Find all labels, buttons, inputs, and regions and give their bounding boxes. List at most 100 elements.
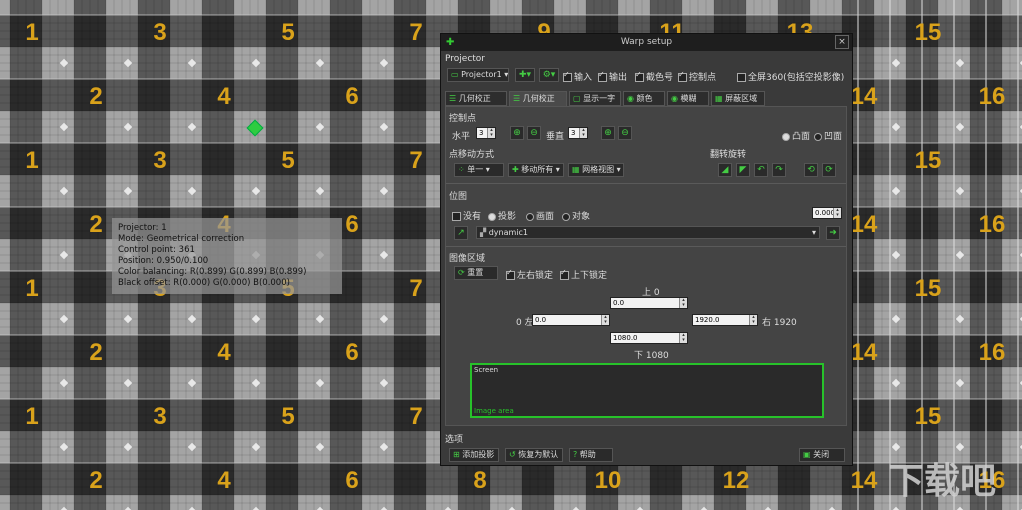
redo-rotate-icon[interactable]: ⟳ — [822, 163, 836, 177]
warp-map-label: 位图 — [449, 192, 468, 202]
projector-select-value: Projector1 — [461, 70, 502, 79]
grid-number: 14 — [851, 339, 878, 366]
tab-color-label: 颜色 — [636, 94, 653, 103]
radio-concave-label: 凹面 — [824, 132, 843, 142]
cb-control-points-label: 控制点 — [689, 73, 717, 83]
help-button[interactable]: ? 帮助 — [569, 448, 613, 462]
cb-all-label: 全屏360(包括空投影像) — [748, 73, 845, 83]
zoom-in-v-icon[interactable]: ⊕ — [601, 126, 615, 140]
cb-none-label: 没有 — [463, 212, 482, 222]
grid-number: 4 — [217, 467, 231, 494]
grid-number: 7 — [409, 275, 422, 302]
zoom-out-icon[interactable]: ⊖ — [527, 126, 541, 140]
grid-number: 1 — [25, 275, 38, 302]
rotate-left-icon[interactable]: ↶ — [754, 163, 768, 177]
grid-number: 14 — [851, 467, 878, 494]
restore-defaults-button-label: 恢复为默认 — [518, 450, 559, 459]
tab-geometry-label: 几何校正 — [522, 94, 555, 103]
close-button-label: 关闭 — [813, 450, 830, 459]
top-spinbox[interactable]: 0.0 ▴ ▾ — [610, 297, 688, 309]
grid-number: 2 — [89, 83, 102, 110]
zoom-in-icon[interactable]: ⊕ — [510, 126, 524, 140]
point-move-label: 点移动方式 — [449, 150, 495, 160]
left-label: 0 左 — [516, 318, 534, 328]
radio-projector[interactable]: 投影 — [488, 209, 516, 222]
tab-position[interactable]: ☰ 几何校正 — [445, 91, 507, 106]
cb-lock-lr[interactable]: 左右锁定 — [506, 268, 553, 281]
count-v-spinbox[interactable]: 3 ▴ ▾ — [568, 127, 588, 139]
cb-input-label: 输入 — [574, 73, 593, 83]
grid-number: 2 — [89, 211, 102, 238]
close-icon[interactable]: × — [835, 35, 849, 49]
geometry-panel: 控制点 水平 3 ▴ ▾ ⊕ ⊖ 垂直 3 ▴ ▾ ⊕ ⊖ 凸面 凹面 点移动方式 翻转… — [445, 106, 847, 426]
zoom-out-v-icon[interactable]: ⊖ — [618, 126, 632, 140]
tab-mask[interactable]: ▦ 屏蔽区域 — [711, 91, 765, 106]
cb-control-points[interactable]: 控制点 — [678, 70, 716, 83]
info-projector: Projector: 1 — [118, 223, 167, 233]
flip-v-icon[interactable]: ◤ — [736, 163, 750, 177]
radio-concave[interactable]: 凹面 — [814, 129, 842, 142]
single-move-select[interactable]: ⁘ 单一 ▾ — [454, 163, 504, 177]
grid-number: 6 — [345, 211, 358, 238]
grid-view-select[interactable]: ▦ 网格视图 ▾ — [568, 163, 624, 177]
close-button[interactable]: ▣ 关闭 — [799, 448, 845, 462]
flip-h-icon[interactable]: ◢ — [718, 163, 732, 177]
rotate-right-icon[interactable]: ↷ — [772, 163, 786, 177]
move-all-select[interactable]: ✚ 移动所有 ▾ — [508, 163, 564, 177]
radio-object[interactable]: 对象 — [562, 209, 590, 222]
add-projector-button[interactable]: ⊞ 添加投影 — [449, 448, 499, 462]
count-h-value: 3 — [479, 129, 484, 137]
bottom-value: 1080.0 — [613, 334, 638, 342]
grid-number: 5 — [281, 19, 294, 46]
projector-settings-icon[interactable]: ⚙▾ — [539, 68, 559, 82]
grid-number: 14 — [851, 211, 878, 238]
grid-number: 6 — [345, 83, 358, 110]
flip-rotate-label: 翻转旋转 — [710, 150, 747, 160]
control-points-label: 控制点 — [449, 114, 477, 124]
info-position: Position: 0.950/0.100 — [118, 256, 209, 266]
right-spinbox[interactable]: 1920.0 ▴ ▾ — [692, 314, 758, 326]
restore-defaults-button[interactable]: ↺ 恢复为默认 — [505, 448, 563, 462]
cb-color[interactable]: 截色号 — [635, 70, 673, 83]
arrow-right-icon[interactable]: ➜ — [826, 226, 840, 240]
watermark: 下载吧 — [888, 461, 997, 502]
grid-number: 12 — [723, 467, 750, 494]
tab-color[interactable]: ◉ 颜色 — [623, 91, 665, 106]
grid-number: 15 — [915, 19, 942, 46]
radio-convex-label: 凸面 — [792, 132, 811, 142]
grid-number: 7 — [409, 403, 422, 430]
window-titlebar[interactable]: ✚ Warp setup × — [441, 34, 852, 51]
info-control-point: Control point: 361 — [118, 245, 195, 255]
radio-convex[interactable]: 凸面 — [782, 129, 810, 142]
grid-number: 6 — [345, 467, 358, 494]
tab-geometry[interactable]: ☰ 几何校正 — [509, 91, 567, 106]
grid-number: 6 — [345, 339, 358, 366]
cb-output-label: 输出 — [609, 73, 628, 83]
reset-button[interactable]: ⟳ 重置 — [454, 266, 498, 280]
reset-rotate-icon[interactable]: ⟲ — [804, 163, 818, 177]
tab-display-label: 显示一字 — [583, 94, 616, 103]
bottom-spinbox[interactable]: 1080.0 ▴ ▾ — [610, 332, 688, 344]
dynamic-select[interactable]: ▞ dynamic1 ▾ — [476, 226, 820, 239]
left-spinbox[interactable]: 0.0 ▴ ▾ — [532, 314, 610, 326]
warp-value-spinbox[interactable]: 0.000 ▴ ▾ — [812, 207, 842, 219]
left-value: 0.0 — [535, 316, 547, 324]
cb-input[interactable]: 输入 — [563, 70, 592, 83]
tab-display[interactable]: ▢ 显示一字 — [569, 91, 621, 106]
warp-setup-window: ✚ Warp setup × Projector ▭ Projector1 ▾ … — [440, 33, 853, 466]
tab-blur[interactable]: ◉ 模糊 — [667, 91, 709, 106]
screen-preview[interactable]: Screen Image area — [470, 363, 824, 418]
projector-add-icon[interactable]: ✚▾ — [515, 68, 535, 82]
cb-output[interactable]: 输出 — [598, 70, 627, 83]
bottom-label: 下 1080 — [634, 351, 669, 361]
grid-number: 7 — [409, 19, 422, 46]
link-icon[interactable]: ↗ — [454, 226, 468, 240]
cb-all[interactable]: 全屏360(包括空投影像) — [737, 70, 844, 83]
count-h-spinbox[interactable]: 3 ▴ ▾ — [476, 127, 496, 139]
radio-canvas[interactable]: 画面 — [526, 209, 554, 222]
cb-none[interactable]: 没有 — [452, 209, 481, 222]
cb-lock-ud[interactable]: 上下锁定 — [560, 268, 607, 281]
info-black-offset: Black offset: R(0.000) G(0.000) B(0.000) — [118, 278, 290, 288]
grid-number: 16 — [979, 83, 1006, 110]
projector-select[interactable]: ▭ Projector1 ▾ — [447, 68, 509, 82]
